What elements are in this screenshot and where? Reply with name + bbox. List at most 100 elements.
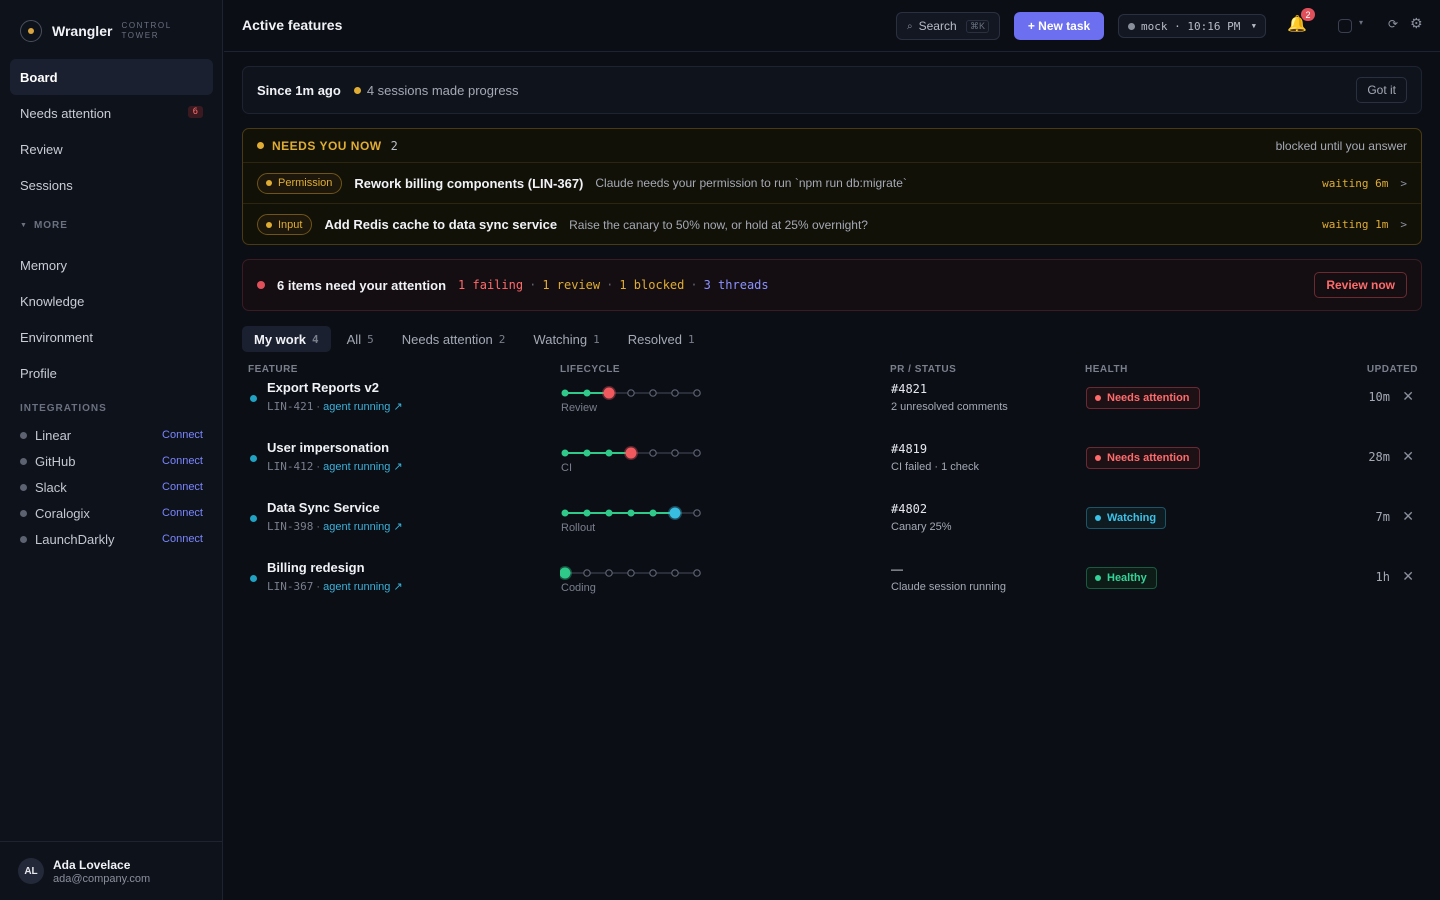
needs-note: blocked until you answer [1275, 138, 1407, 153]
lifecycle-stage-dot [649, 569, 657, 577]
brand-subtitle: CONTROL TOWER [121, 21, 172, 40]
lifecycle-stage-dot [583, 569, 591, 577]
environment-select[interactable]: mock · 10:16 PM ▼ [1118, 14, 1266, 38]
issue-id[interactable]: LIN-398 [267, 520, 313, 533]
tab-count: 5 [367, 332, 374, 346]
tab-my-work[interactable]: My work 4 [242, 326, 331, 352]
lifecycle-stage-dot [561, 449, 569, 457]
theme-toggle[interactable] [1338, 19, 1352, 33]
sidebar-item-needs-attention[interactable]: Needs attention 6 [10, 95, 213, 131]
sidebar-item-sessions[interactable]: Sessions [10, 167, 213, 203]
page-title: Active features [242, 17, 343, 33]
agent-link[interactable]: agent running ↗ [323, 581, 403, 593]
sidebar-item-environment[interactable]: Environment [10, 319, 213, 355]
issue-id[interactable]: LIN-367 [267, 580, 313, 593]
tag-dot [266, 221, 272, 228]
integration-linear: Linear Connect [20, 422, 203, 448]
lifecycle-stage-dot [693, 509, 701, 517]
health-badge: Watching [1086, 507, 1167, 529]
lifecycle-stage-dot [605, 449, 613, 457]
tab-watching[interactable]: Watching 1 [521, 326, 611, 352]
search-label: Search [918, 19, 957, 33]
integration-name: Linear [35, 427, 72, 443]
since-banner: Since 1m ago 4 sessions made progress Go… [242, 66, 1422, 114]
agent-link[interactable]: agent running ↗ [323, 461, 403, 473]
sidebar-item-profile[interactable]: Profile [10, 355, 213, 391]
brand[interactable]: Wrangler CONTROL TOWER [20, 19, 177, 43]
close-icon[interactable]: ✕ [1402, 388, 1414, 405]
tab-label: Watching [533, 331, 588, 347]
connect-link[interactable]: Connect [162, 481, 203, 493]
chevron-right-icon: > [1400, 176, 1407, 190]
chevron-down-icon[interactable]: ▾ [1359, 18, 1363, 27]
close-icon[interactable]: ✕ [1402, 508, 1414, 525]
gear-icon[interactable]: ⚙ [1410, 15, 1423, 32]
more-section-toggle[interactable]: ▼ MORE [10, 203, 213, 247]
lifecycle-stage-dot [583, 509, 591, 517]
sidebar-item-knowledge[interactable]: Knowledge [10, 283, 213, 319]
feature-title[interactable]: User impersonation [267, 440, 389, 455]
table-row[interactable]: Export Reports v2 LIN-421 · agent runnin… [242, 371, 1422, 427]
connect-link[interactable]: Connect [162, 455, 203, 467]
pr-number[interactable]: #4821 [891, 382, 927, 396]
issue-id[interactable]: LIN-421 [267, 400, 313, 413]
updated-time: 28m [1368, 450, 1390, 464]
avatar: AL [18, 858, 44, 884]
waiting-time: waiting 6m [1322, 176, 1389, 190]
tab-needs-attention[interactable]: Needs attention 2 [390, 326, 518, 352]
table-row[interactable]: Data Sync Service LIN-398 · agent runnin… [242, 491, 1422, 547]
table-row[interactable]: User impersonation LIN-412 · agent runni… [242, 431, 1422, 487]
since-title: Since 1m ago [257, 82, 341, 98]
tab-label: Resolved [627, 331, 682, 347]
connect-link[interactable]: Connect [162, 533, 203, 545]
feature-title[interactable]: Data Sync Service [267, 500, 380, 515]
tab-resolved[interactable]: Resolved 1 [616, 326, 707, 352]
feature-title[interactable]: Export Reports v2 [267, 380, 379, 395]
needs-row[interactable]: Input Add Redis cache to data sync servi… [243, 204, 1421, 244]
user-profile[interactable]: AL Ada Lovelace ada@company.com [0, 841, 223, 900]
sidebar-item-review[interactable]: Review [10, 131, 213, 167]
failing-count[interactable]: 1 failing [458, 278, 523, 292]
close-icon[interactable]: ✕ [1402, 568, 1414, 585]
lifecycle-stage: Rollout [561, 522, 596, 534]
sidebar-item-memory[interactable]: Memory [10, 247, 213, 283]
separator: · [529, 278, 537, 292]
got-it-button[interactable]: Got it [1356, 77, 1407, 103]
pr-number[interactable]: #4802 [891, 502, 927, 516]
lifecycle-stage-dot [668, 506, 682, 520]
review-now-button[interactable]: Review now [1314, 272, 1407, 298]
tab-all[interactable]: All 5 [335, 326, 386, 352]
agent-link[interactable]: agent running ↗ [323, 401, 403, 413]
refresh-icon[interactable]: ⟳ [1388, 17, 1398, 31]
lifecycle-stage-dot [693, 389, 701, 397]
status-dot [20, 535, 27, 543]
lifecycle-stage-dot [624, 446, 638, 460]
agent-link[interactable]: agent running ↗ [323, 521, 403, 533]
close-icon[interactable]: ✕ [1402, 448, 1414, 465]
user-email: ada@company.com [53, 872, 151, 885]
pr-status: Claude session running [891, 581, 1006, 593]
pr-number[interactable]: #4819 [891, 442, 927, 456]
lifecycle-stage-dot [560, 566, 572, 580]
issue-id[interactable]: LIN-412 [267, 460, 313, 473]
review-count[interactable]: 1 review [542, 278, 600, 292]
blocked-count[interactable]: 1 blocked [619, 278, 684, 292]
connect-link[interactable]: Connect [162, 429, 203, 441]
search-icon: ⌕ [907, 20, 913, 32]
sidebar-item-board[interactable]: Board [10, 59, 213, 95]
new-task-button[interactable]: + New task [1014, 12, 1104, 40]
health-label: Needs attention [1107, 452, 1190, 464]
feature-meta: LIN-367 · agent running ↗ [267, 580, 403, 593]
connect-link[interactable]: Connect [162, 507, 203, 519]
needs-row[interactable]: Permission Rework billing components (LI… [243, 163, 1421, 204]
feature-title[interactable]: Billing redesign [267, 560, 365, 575]
status-dot [20, 457, 27, 465]
status-dot [250, 455, 257, 462]
search-button[interactable]: ⌕ Search ⌘K [896, 12, 1000, 40]
user-info: Ada Lovelace ada@company.com [53, 858, 150, 885]
warning-dot [257, 142, 264, 149]
pr-status: CI failed · 1 check [891, 461, 980, 473]
table-row[interactable]: Billing redesign LIN-367 · agent running… [242, 551, 1422, 607]
updated-time: 10m [1368, 390, 1390, 404]
threads-count[interactable]: 3 threads [704, 278, 769, 292]
